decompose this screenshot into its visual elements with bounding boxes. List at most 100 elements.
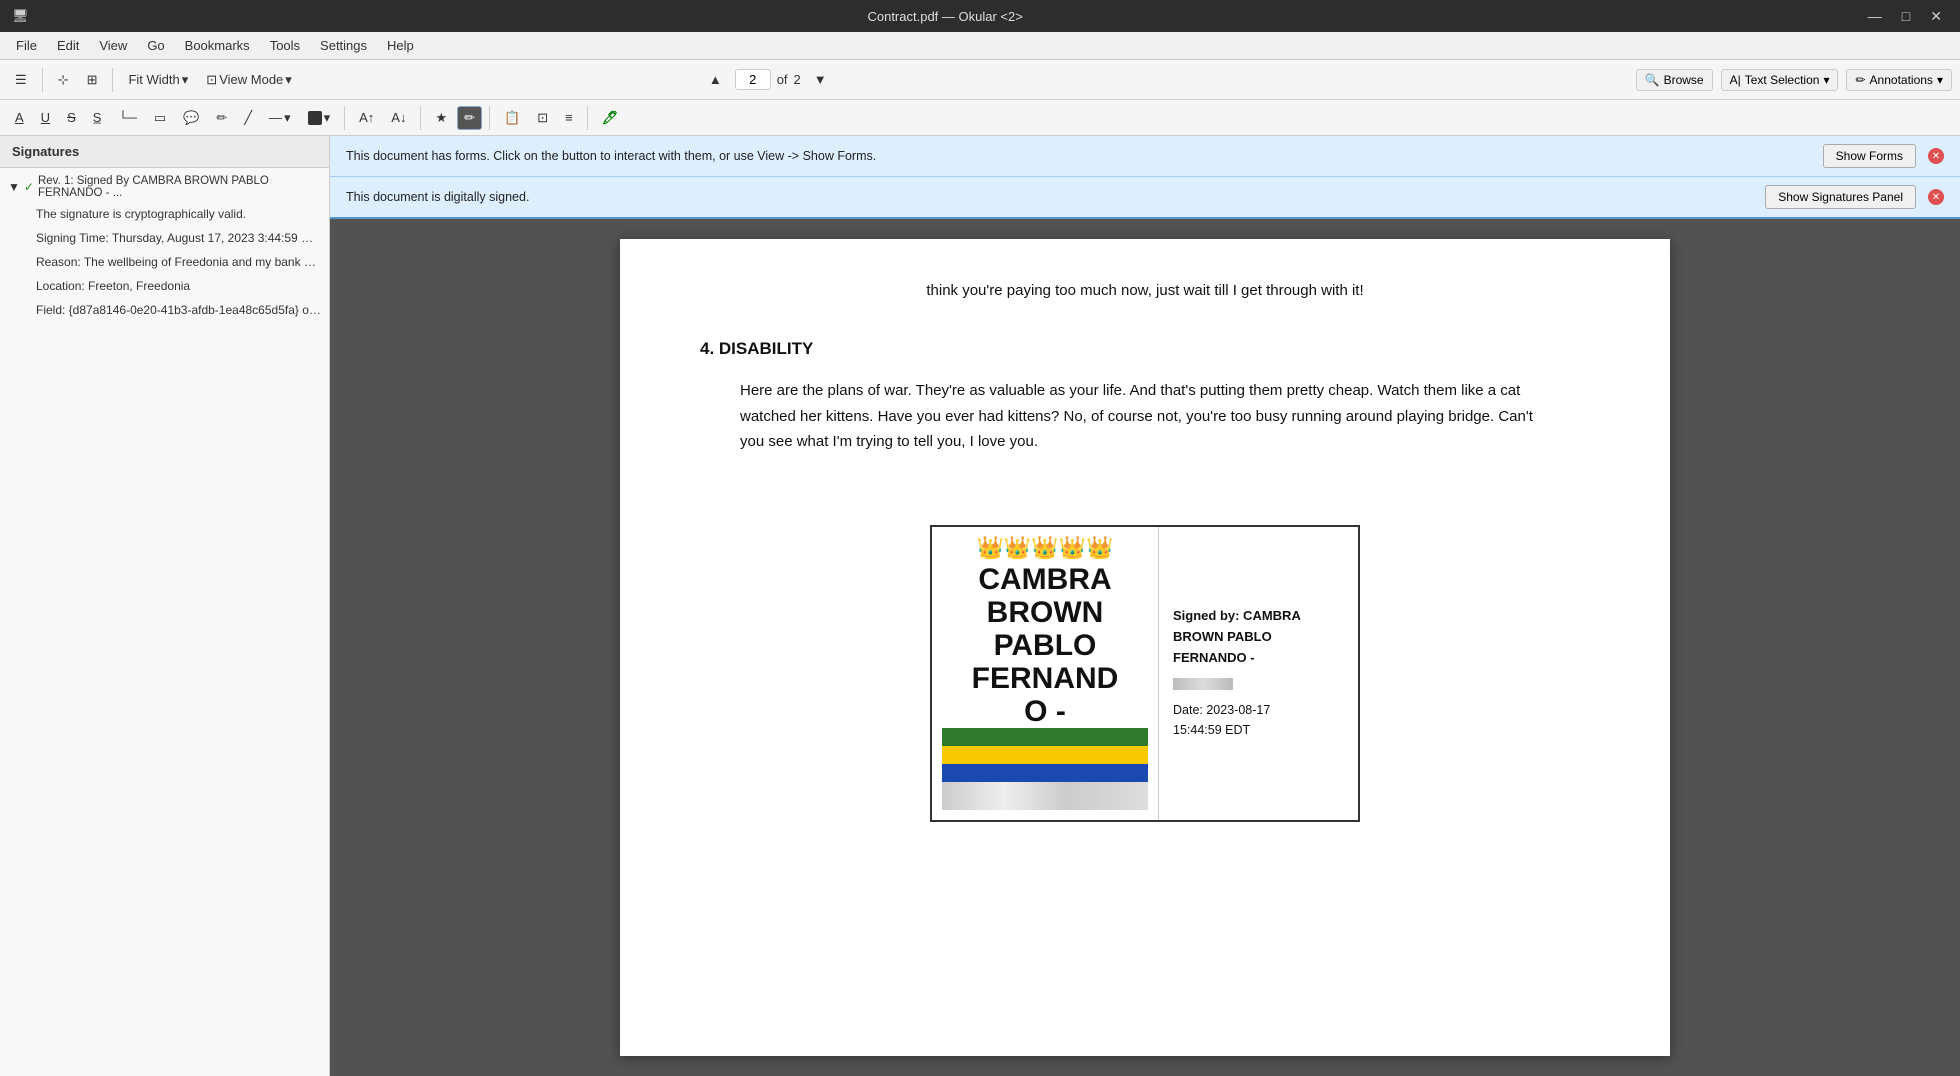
sig-blur-bar — [942, 782, 1148, 810]
sep-ann1 — [344, 106, 345, 130]
title-bar: 🖥 Contract.pdf — Okular <2> — □ ✕ — [0, 0, 1960, 32]
tree-child-2: Reason: The wellbeing of Freedonia and m… — [0, 250, 329, 274]
browse-icon: 🔍 — [1645, 73, 1660, 87]
sidebar-toc-button[interactable]: ≡ — [558, 106, 580, 129]
sep2 — [112, 68, 113, 92]
sig-name-line1: CAMBRA — [978, 563, 1111, 596]
tree-child-4: Field: {d87a8146-0e20-41b3-afdb-1ea48c65… — [0, 298, 329, 322]
menu-file[interactable]: File — [8, 35, 45, 56]
annotations-chevron: ▾ — [1937, 73, 1943, 87]
annotations-label: Annotations — [1870, 73, 1933, 87]
sig-stripe-yellow — [942, 746, 1148, 764]
tree-root-label: Rev. 1: Signed By CAMBRA BROWN PABLO FER… — [38, 175, 321, 199]
fit-width-label: Fit Width — [128, 72, 179, 87]
inline-note-tool-button[interactable]: └─ — [111, 106, 143, 129]
sig-name-line4: FERNAND — [972, 662, 1119, 695]
menu-edit[interactable]: Edit — [49, 35, 87, 56]
highlight-tool-button[interactable]: A — [8, 106, 31, 129]
signed-banner-right: Show Signatures Panel ✕ — [1765, 185, 1944, 209]
prev-page-button[interactable]: ▲ — [702, 68, 729, 91]
sig-name-line5: O - — [1024, 695, 1066, 728]
decrease-font-button[interactable]: A↓ — [384, 106, 413, 129]
close-forms-banner-button[interactable]: ✕ — [1928, 148, 1944, 164]
sep-ann2 — [420, 106, 421, 130]
sig-name-line2: BROWN — [987, 596, 1104, 629]
next-page-button[interactable]: ▼ — [807, 68, 834, 91]
text-selection-label: Text Selection — [1745, 73, 1820, 87]
close-button[interactable]: ✕ — [1924, 6, 1948, 27]
menu-go[interactable]: Go — [139, 35, 172, 56]
fit-width-chevron: ▾ — [182, 72, 189, 88]
pdf-page: think you're paying too much now, just w… — [620, 239, 1670, 1056]
sidebar-toggle-button[interactable]: ☰ — [8, 68, 34, 92]
main-layout: Signatures ▼ ✓ Rev. 1: Signed By CAMBRA … — [0, 136, 1960, 1076]
maximize-button[interactable]: □ — [1896, 6, 1916, 27]
sig-date-block: Date: 2023-08-17 15:44:59 EDT — [1173, 700, 1344, 740]
menu-bar: File Edit View Go Bookmarks Tools Settin… — [0, 32, 1960, 60]
squiggle-tool-button[interactable]: S̲ — [86, 106, 109, 129]
toolbar-annotations: A U S S̲ └─ ▭ 💬 ✏ ╱ —▾ ▾ A↑ A↓ ★ ✏ 📋 ⊡ ≡… — [0, 100, 1960, 136]
sig-signed-by-label: Signed by: CAMBRA BROWN PABLO FERNANDO - — [1173, 608, 1300, 665]
textbox-tool-button[interactable]: ▭ — [147, 106, 173, 130]
pan-tool-button[interactable]: ⊞ — [80, 68, 105, 92]
pdf-viewer[interactable]: think you're paying too much now, just w… — [330, 219, 1960, 1076]
sidebar-signatures-button[interactable]: 📋 — [497, 106, 527, 130]
tree-child-1: Signing Time: Thursday, August 17, 2023 … — [0, 226, 329, 250]
page-number-input[interactable] — [735, 69, 771, 90]
tree-check-icon: ✓ — [24, 180, 34, 194]
minimize-button[interactable]: — — [1862, 6, 1888, 27]
annotation-color-button[interactable]: 🖊 — [595, 106, 626, 130]
line-style-button[interactable]: —▾ — [262, 106, 298, 130]
underline-tool-button[interactable]: U — [34, 106, 57, 129]
sig-left-panel: 👑👑👑👑👑 CAMBRA BROWN PABLO FERNAND O - — [932, 527, 1158, 820]
view-mode-button[interactable]: ⊡ View Mode ▾ — [199, 68, 299, 92]
line-tool-button[interactable]: ╱ — [237, 106, 259, 130]
page-of-label: of — [777, 72, 788, 87]
annotations-button[interactable]: ✏ Annotations ▾ — [1846, 69, 1951, 91]
bookmark-button[interactable]: ★ — [428, 106, 454, 130]
signed-banner: This document is digitally signed. Show … — [330, 177, 1960, 219]
forms-banner-text: This document has forms. Click on the bu… — [346, 149, 876, 163]
tree-child-0: The signature is cryptographically valid… — [0, 202, 329, 226]
content-area: This document has forms. Click on the bu… — [330, 136, 1960, 1076]
menu-help[interactable]: Help — [379, 35, 422, 56]
sig-stripe-blue — [942, 764, 1148, 782]
strikethrough-tool-button[interactable]: S — [60, 106, 83, 129]
sep1 — [42, 68, 43, 92]
sidebar-title: Signatures — [0, 136, 329, 168]
menu-view[interactable]: View — [91, 35, 135, 56]
page-navigation: ▲ of 2 ▼ — [702, 68, 834, 91]
fill-color-swatch — [308, 111, 322, 125]
browse-button[interactable]: 🔍 Browse — [1636, 69, 1713, 91]
toolbar-right: 🔍 Browse A| Text Selection ▾ ✏ Annotatio… — [1636, 69, 1952, 91]
browse-label: Browse — [1664, 73, 1704, 87]
select-tool-button[interactable]: ⊹ — [51, 68, 76, 92]
show-forms-button[interactable]: Show Forms — [1823, 144, 1916, 168]
stamp-tool-button[interactable]: ✏ — [457, 106, 482, 130]
callout-tool-button[interactable]: 💬 — [176, 106, 206, 130]
sig-right-name: Signed by: CAMBRA BROWN PABLO FERNANDO - — [1173, 606, 1344, 668]
tree-root-item[interactable]: ▼ ✓ Rev. 1: Signed By CAMBRA BROWN PABLO… — [0, 172, 329, 202]
title-bar-controls: — □ ✕ — [1862, 6, 1948, 27]
sidebar-thumbnails-button[interactable]: ⊡ — [530, 106, 555, 130]
show-signatures-panel-button[interactable]: Show Signatures Panel — [1765, 185, 1916, 209]
sig-badge-icons: 👑👑👑👑👑 — [977, 537, 1114, 559]
view-mode-chevron: ▾ — [285, 72, 292, 88]
title-bar-left: 🖥 — [12, 8, 29, 24]
sig-name: CAMBRA BROWN PABLO FERNAND O - — [972, 563, 1119, 728]
sig-date-line: Date: 2023-08-17 — [1173, 700, 1344, 720]
fit-width-button[interactable]: Fit Width ▾ — [121, 68, 195, 92]
view-mode-icon: ⊡ — [206, 72, 217, 88]
increase-font-button[interactable]: A↑ — [352, 106, 381, 129]
forms-banner: This document has forms. Click on the bu… — [330, 136, 1960, 177]
close-signed-banner-button[interactable]: ✕ — [1928, 189, 1944, 205]
text-selection-button[interactable]: A| Text Selection ▾ — [1721, 69, 1839, 91]
menu-settings[interactable]: Settings — [312, 35, 375, 56]
freehand-tool-button[interactable]: ✏ — [209, 106, 234, 130]
pdf-body-text: Here are the plans of war. They're as va… — [740, 378, 1550, 455]
menu-bookmarks[interactable]: Bookmarks — [177, 35, 258, 56]
view-mode-label: View Mode — [219, 72, 283, 87]
menu-tools[interactable]: Tools — [262, 35, 308, 56]
sep-ann4 — [587, 106, 588, 130]
fill-color-button[interactable]: ▾ — [301, 106, 338, 130]
